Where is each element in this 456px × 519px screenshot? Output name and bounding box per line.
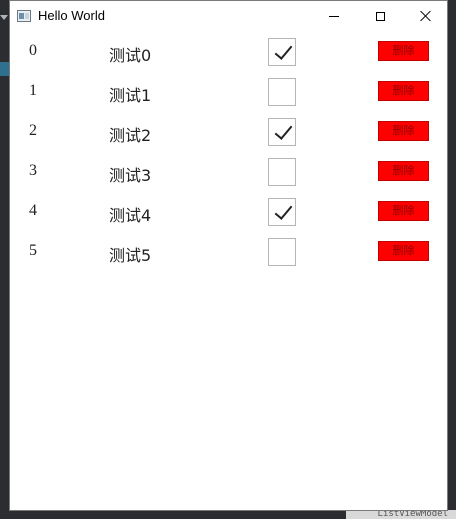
item-id: 0 — [29, 42, 37, 59]
delete-button[interactable]: 删除 — [378, 161, 429, 181]
item-checkbox[interactable] — [268, 198, 296, 226]
delete-button[interactable]: 删除 — [378, 81, 429, 101]
background-status-strip: ListViewModel — [346, 510, 456, 519]
close-button[interactable] — [403, 1, 449, 31]
item-id: 1 — [29, 82, 37, 99]
item-name: 测试2 — [109, 126, 152, 145]
item-checkbox[interactable] — [268, 238, 296, 266]
item-name: 测试4 — [109, 206, 152, 225]
delete-button[interactable]: 删除 — [378, 41, 429, 61]
item-checkbox[interactable] — [268, 78, 296, 106]
item-id: 4 — [29, 202, 37, 219]
item-checkbox[interactable] — [268, 38, 296, 66]
app-window: Hello World 0 测试0 删除 1 测试1 删除 2 测试2 删除 3… — [9, 0, 448, 511]
list-item: 3 测试3 删除 — [10, 152, 447, 192]
item-checkbox[interactable] — [268, 158, 296, 186]
background-caret-icon — [0, 15, 8, 20]
list-item: 1 测试1 删除 — [10, 72, 447, 112]
item-name: 测试0 — [109, 46, 152, 65]
list-item: 0 测试0 删除 — [10, 32, 447, 72]
item-id: 2 — [29, 122, 37, 139]
item-name: 测试3 — [109, 166, 152, 185]
close-icon — [420, 10, 432, 22]
minimize-button[interactable] — [311, 1, 357, 31]
title-bar[interactable]: Hello World — [10, 1, 447, 32]
delete-button[interactable]: 删除 — [378, 121, 429, 141]
delete-button[interactable]: 删除 — [378, 201, 429, 221]
app-icon — [17, 10, 31, 22]
minimize-icon — [329, 15, 339, 17]
checkmark-icon — [274, 41, 293, 60]
item-id: 5 — [29, 242, 37, 259]
item-checkbox[interactable] — [268, 118, 296, 146]
checkmark-icon — [274, 121, 293, 140]
item-name: 测试5 — [109, 246, 152, 265]
background-accent — [0, 62, 9, 76]
list-item: 5 测试5 删除 — [10, 232, 447, 272]
list-item: 4 测试4 删除 — [10, 192, 447, 232]
checkmark-icon — [274, 201, 293, 220]
maximize-icon — [375, 11, 385, 21]
window-title: Hello World — [38, 8, 105, 23]
list-item: 2 测试2 删除 — [10, 112, 447, 152]
item-name: 测试1 — [109, 86, 152, 105]
item-id: 3 — [29, 162, 37, 179]
item-list: 0 测试0 删除 1 测试1 删除 2 测试2 删除 3 测试3 删除 4 测试… — [10, 32, 447, 272]
delete-button[interactable]: 删除 — [378, 241, 429, 261]
maximize-button[interactable] — [357, 1, 403, 31]
